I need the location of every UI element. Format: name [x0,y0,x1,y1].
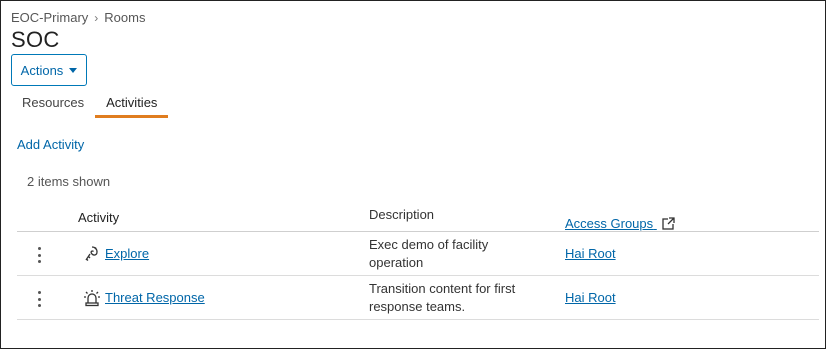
row-menu-icon[interactable] [34,247,44,263]
activity-description: Exec demo of facility operation [369,237,489,270]
items-count: 2 items shown [27,174,111,189]
table-header: Activity Description Access Groups [17,202,819,232]
tab-activities[interactable]: Activities [95,89,169,118]
alarm-light-icon [84,290,100,307]
add-activity-link[interactable]: Add Activity [17,137,84,152]
page-title: SOC [11,27,60,52]
access-group-link[interactable]: Hai Root [565,290,616,305]
breadcrumb-separator: › [94,10,99,25]
column-header-description: Description [369,207,435,222]
column-header-activity: Activity [78,210,120,225]
caret-down-icon [69,67,78,73]
table-row: Explore Exec demo of facility operation … [17,232,819,276]
external-link-icon[interactable] [662,217,675,230]
activity-link-explore[interactable]: Explore [105,246,149,261]
row-menu-icon[interactable] [34,291,44,307]
access-groups-label: Access Groups [565,216,654,231]
activity-link-threat-response[interactable]: Threat Response [105,290,205,305]
tab-bar: Resources Activities [11,89,169,119]
actions-label: Actions [20,62,64,78]
explore-icon [85,246,98,261]
table-row: Threat Response Transition content for f… [17,276,819,320]
actions-dropdown-button[interactable]: Actions [11,54,87,86]
breadcrumb-current[interactable]: Rooms [104,10,145,25]
tab-resources[interactable]: Resources [11,89,95,118]
column-header-access-groups: Access Groups [565,216,675,231]
app-frame: EOC-Primary › Rooms SOC Actions Resource… [0,0,826,349]
activities-table: Activity Description Access Groups Explo… [17,202,819,320]
access-group-link[interactable]: Hai Root [565,246,616,261]
activity-description: Transition content for first response te… [369,281,516,314]
breadcrumb-parent[interactable]: EOC-Primary [11,10,88,25]
breadcrumb: EOC-Primary › Rooms [11,10,145,25]
